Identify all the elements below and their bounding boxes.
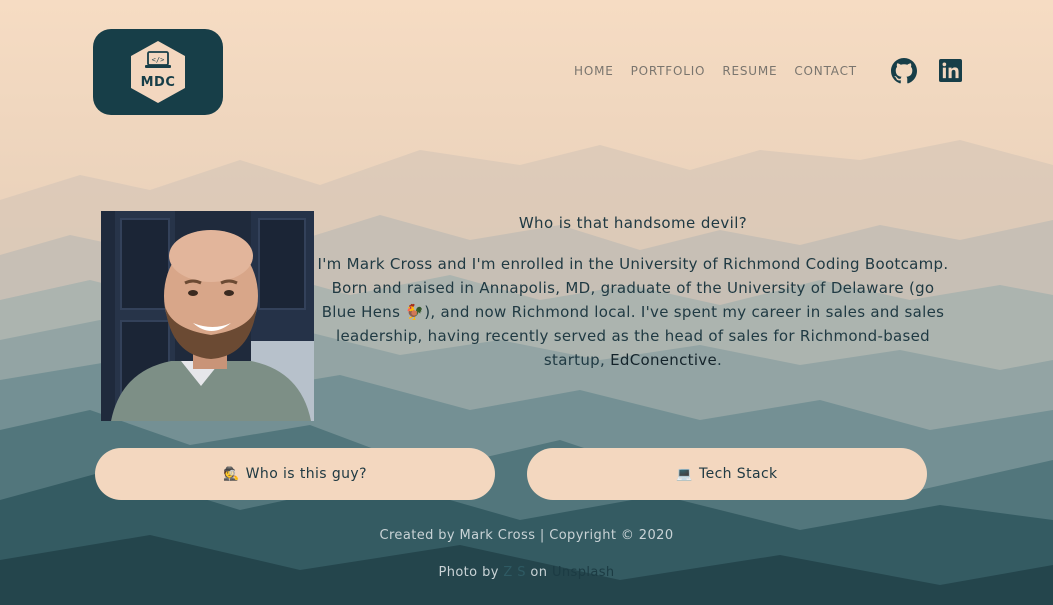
nav-resume[interactable]: RESUME	[722, 64, 777, 78]
detective-icon: 🕵	[223, 466, 240, 482]
logo-text: MDC	[140, 75, 176, 90]
main-nav: HOME PORTFOLIO RESUME CONTACT	[574, 64, 874, 78]
who-is-this-guy-button[interactable]: 🕵 Who is this guy?	[95, 448, 495, 500]
photo-credit: Photo by Z S on Unsplash	[0, 565, 1053, 580]
nav-home[interactable]: HOME	[574, 64, 614, 78]
laptop-icon: 💻	[676, 466, 693, 482]
edconnective-link[interactable]: EdConenctive	[610, 351, 717, 369]
page: </> MDC HOME PORTFOLIO RESUME CONTACT Wh…	[0, 0, 1053, 605]
photographer-link[interactable]: Z S	[503, 565, 526, 580]
on-label: on	[530, 565, 548, 580]
nav-contact[interactable]: CONTACT	[794, 64, 857, 78]
tech-button-label: Tech Stack	[699, 466, 778, 482]
rooster-emoji: 🐓	[405, 303, 425, 321]
tech-stack-button[interactable]: 💻 Tech Stack	[527, 448, 927, 500]
github-icon[interactable]	[891, 58, 917, 84]
site-logo[interactable]: </> MDC	[93, 29, 223, 115]
photo-by-label: Photo by	[438, 565, 499, 580]
about-paragraph: I'm Mark Cross and I'm enrolled in the U…	[316, 252, 950, 372]
copyright-text: Created by Mark Cross | Copyright © 2020	[379, 528, 674, 543]
svg-text:</>: </>	[152, 56, 165, 64]
profile-photo	[101, 211, 314, 421]
nav-portfolio[interactable]: PORTFOLIO	[631, 64, 706, 78]
about-heading: Who is that handsome devil?	[518, 214, 748, 232]
unsplash-link[interactable]: Unsplash	[552, 565, 615, 580]
who-button-label: Who is this guy?	[245, 466, 367, 482]
about-text-3: .	[717, 351, 723, 369]
linkedin-icon[interactable]	[939, 59, 962, 82]
hexagon-logo-icon: </>	[131, 41, 185, 103]
about-section: Who is that handsome devil? I'm Mark Cro…	[316, 212, 950, 372]
